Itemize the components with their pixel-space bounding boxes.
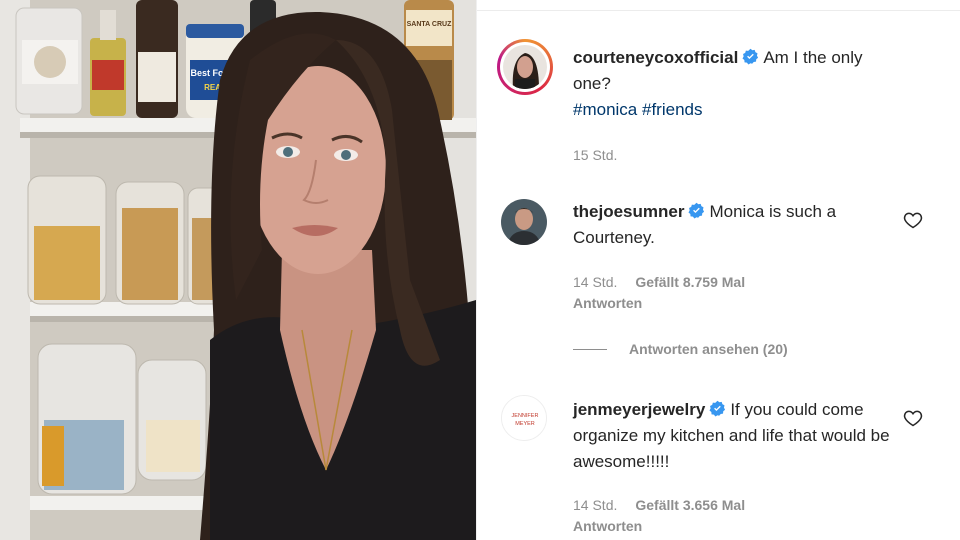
comment-username[interactable]: jenmeyerjewelry xyxy=(573,400,705,419)
comment-2-meta: 14 Std. Gefällt 3.656 Mal xyxy=(573,497,745,513)
comment-likes[interactable]: Gefällt 8.759 Mal xyxy=(635,274,745,290)
commenter-avatar[interactable]: JENNIFER MEYER xyxy=(501,395,547,441)
post-media[interactable]: Best Foods REAL SANTA CRUZ xyxy=(0,0,476,540)
author-avatar[interactable] xyxy=(503,45,547,89)
post-time[interactable]: 15 Std. xyxy=(573,147,617,163)
svg-text:JENNIFER: JENNIFER xyxy=(512,413,539,419)
avatar-photo xyxy=(503,45,547,89)
post-time-row: 15 Std. xyxy=(573,147,617,163)
reply-button[interactable]: Antworten xyxy=(573,295,642,311)
post-photo: Best Foods REAL SANTA CRUZ xyxy=(0,0,476,540)
jar-label: SANTA CRUZ xyxy=(407,21,452,28)
comment-1-meta: 14 Std. Gefällt 8.759 Mal xyxy=(573,274,745,290)
view-replies-label: Antworten ansehen (20) xyxy=(629,341,788,357)
comment-username[interactable]: thejoesumner xyxy=(573,202,684,221)
comments-panel: courteneycoxofficial Am I the only one? #… xyxy=(476,0,960,540)
heart-outline-icon[interactable] xyxy=(903,408,923,428)
author-username[interactable]: courteneycoxofficial xyxy=(573,48,738,67)
verified-badge-icon xyxy=(709,400,726,417)
avatar-logo: JENNIFER MEYER xyxy=(502,396,546,440)
verified-badge-icon xyxy=(742,48,759,65)
verified-badge-icon xyxy=(688,202,705,219)
hashtag-friends[interactable]: #friends xyxy=(642,100,702,119)
comment-time[interactable]: 14 Std. xyxy=(573,274,617,290)
comment-1: thejoesumner Monica is such a Courteney. xyxy=(573,199,893,251)
story-ring[interactable] xyxy=(497,39,553,95)
comment-time[interactable]: 14 Std. xyxy=(573,497,617,513)
view-replies-button[interactable]: Antworten ansehen (20) xyxy=(573,341,788,357)
svg-text:MEYER: MEYER xyxy=(515,421,535,427)
comment-likes[interactable]: Gefällt 3.656 Mal xyxy=(635,497,745,513)
hashtag-monica[interactable]: #monica xyxy=(573,100,637,119)
heart-outline-icon[interactable] xyxy=(903,210,923,230)
commenter-avatar[interactable] xyxy=(501,199,547,245)
comment-2: jenmeyerjewelry If you could come organiz… xyxy=(573,397,893,475)
avatar-photo xyxy=(501,199,547,245)
divider xyxy=(477,10,960,11)
post-caption: courteneycoxofficial Am I the only one? #… xyxy=(573,45,893,123)
divider xyxy=(573,348,607,350)
reply-button[interactable]: Antworten xyxy=(573,518,642,534)
